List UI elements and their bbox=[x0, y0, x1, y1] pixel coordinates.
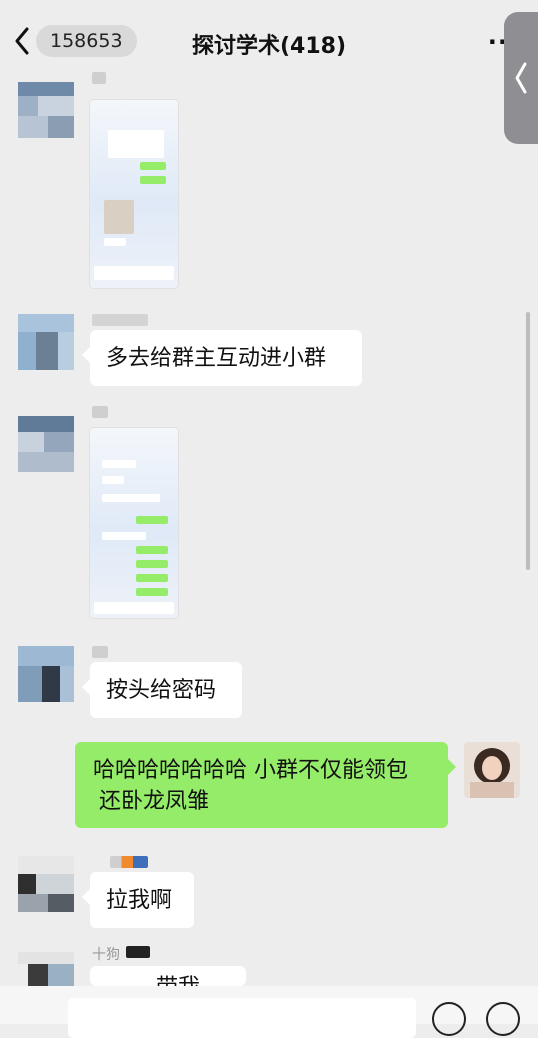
nickname-blurred bbox=[126, 946, 150, 958]
message-bubble[interactable]: 带我 bbox=[90, 966, 246, 986]
message-bubble-self[interactable]: 哈哈哈哈哈哈哈 小群不仅能领包 还卧龙凤雏 bbox=[75, 742, 456, 828]
avatar[interactable] bbox=[18, 314, 74, 370]
scrollbar[interactable] bbox=[526, 312, 530, 570]
avatar[interactable] bbox=[18, 856, 74, 912]
message-text: 带我 bbox=[156, 975, 200, 986]
input-bar bbox=[0, 986, 538, 1038]
nickname-blurred bbox=[92, 314, 148, 326]
nickname-blurred bbox=[92, 406, 108, 418]
side-panel-handle[interactable] bbox=[504, 12, 538, 144]
emoji-icon[interactable] bbox=[432, 1002, 466, 1036]
message-bubble[interactable]: 多去给群主互动进小群 bbox=[82, 330, 362, 386]
side-panel-chevron-icon bbox=[515, 62, 527, 94]
message-line: 还卧龙凤雏 bbox=[99, 789, 210, 814]
avatar[interactable] bbox=[18, 416, 74, 472]
screenshot-image[interactable] bbox=[90, 100, 178, 288]
message-bubble[interactable]: 拉我啊 bbox=[82, 872, 194, 928]
nickname-blurred bbox=[92, 646, 108, 658]
nickname-blurred bbox=[92, 72, 106, 84]
self-avatar[interactable] bbox=[464, 742, 520, 798]
nickname: 十狗 bbox=[92, 947, 120, 963]
avatar[interactable] bbox=[18, 952, 74, 986]
chat-header: 158653 探讨学术(418) ·· bbox=[0, 0, 538, 78]
message-bubble[interactable]: 按头给密码 bbox=[82, 662, 242, 718]
screenshot-image[interactable] bbox=[90, 428, 178, 618]
nickname-blurred bbox=[110, 856, 148, 868]
chat-title: 探讨学术(418) bbox=[191, 34, 347, 59]
avatar[interactable] bbox=[18, 82, 74, 138]
avatar[interactable] bbox=[18, 646, 74, 702]
message-input[interactable] bbox=[68, 998, 416, 1038]
message-line: 哈哈哈哈哈哈哈 小群不仅能领包 bbox=[93, 758, 408, 783]
plus-icon[interactable] bbox=[486, 1002, 520, 1036]
